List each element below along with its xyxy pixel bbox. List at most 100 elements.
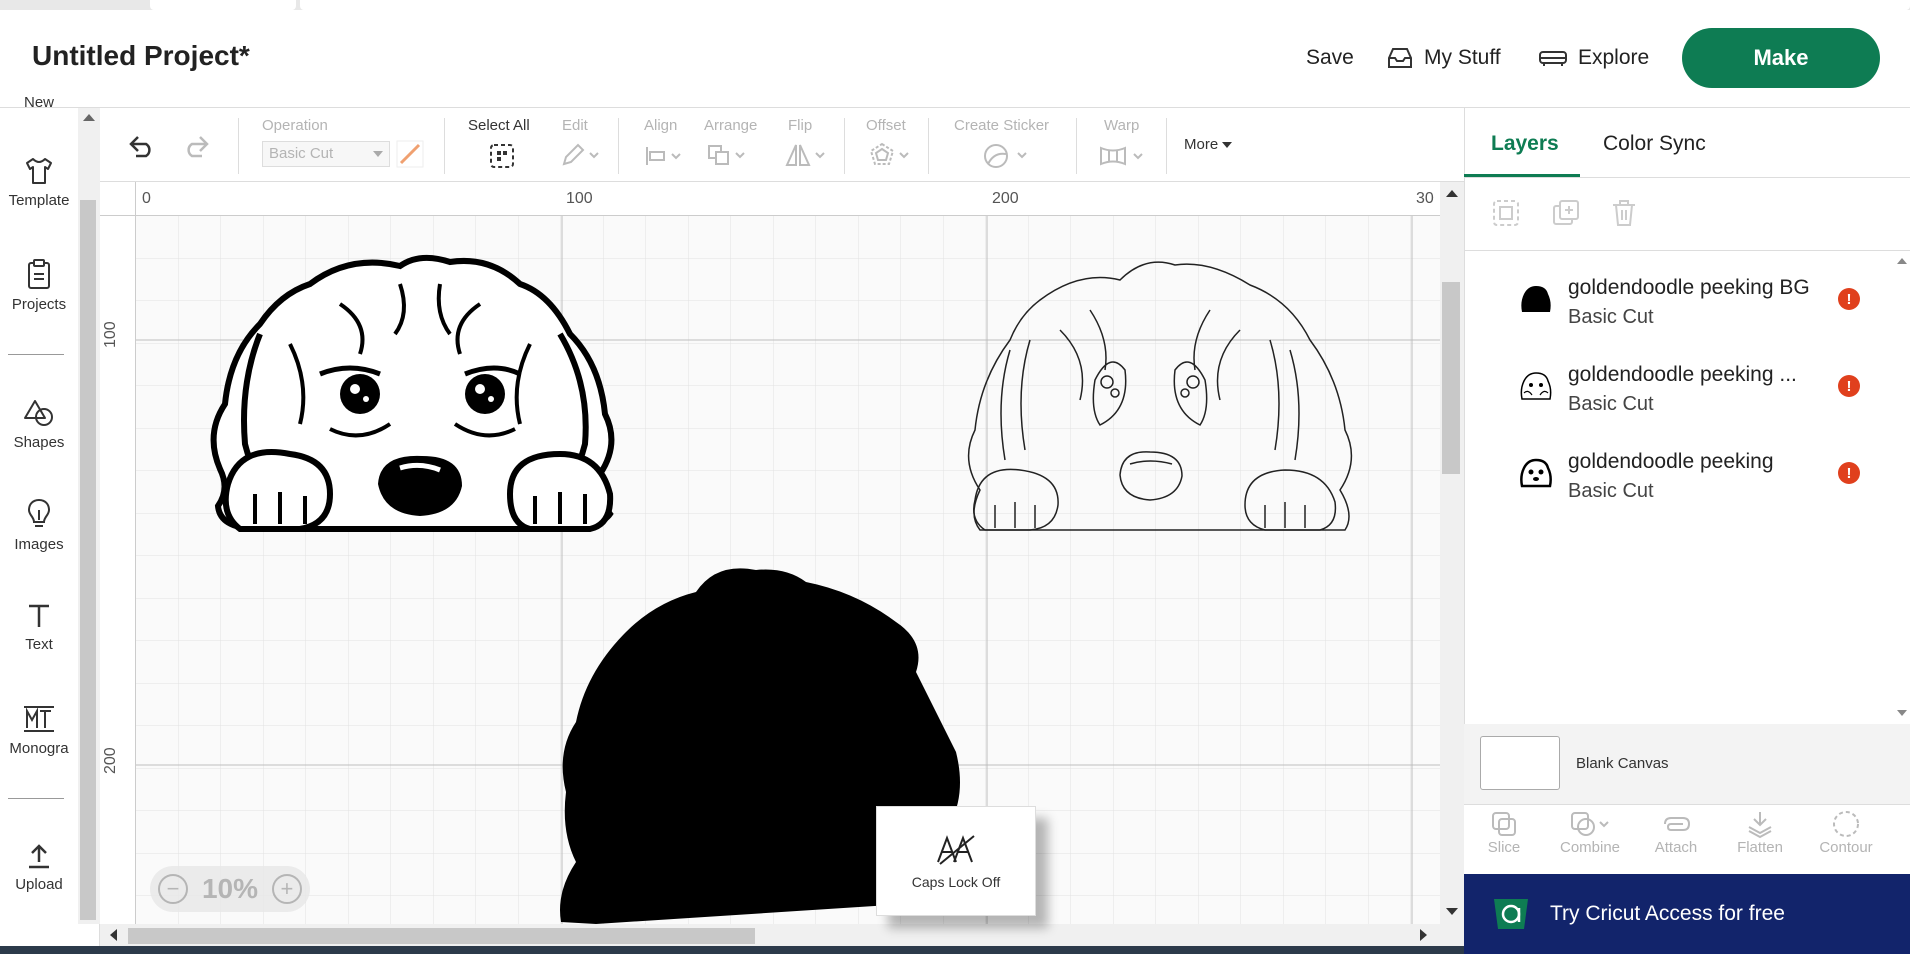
arrange-label: Arrange [704,117,758,134]
arrange-icon[interactable] [706,142,750,168]
flatten-button[interactable]: Flatten [1720,809,1800,856]
scroll-down-arrow-icon[interactable] [1446,908,1458,915]
sidebar-item-images[interactable]: Images [0,498,78,553]
toolbar-divider [844,118,845,174]
sidebar-item-label: Images [14,536,64,553]
more-button[interactable]: More [1184,136,1233,153]
sidebar-item-label: Text [25,636,53,653]
sidebar-item-label: Template [8,192,70,209]
combine-icon [1571,812,1609,836]
cricut-access-promo-button[interactable]: Try Cricut Access for free [1464,874,1910,954]
scroll-up-arrow-icon[interactable] [1897,258,1907,264]
contour-button[interactable]: Contour [1806,809,1886,856]
layer-row[interactable]: goldendoodle peeking ... Basic Cut ! [1464,357,1894,443]
machine-icon [1539,51,1567,66]
project-title[interactable]: Untitled Project* [32,40,250,72]
sidebar-divider [8,798,64,799]
blank-canvas-swatch[interactable] [1480,736,1560,790]
undo-icon[interactable] [126,134,156,158]
pencil-icon[interactable] [560,142,600,168]
paperclip-icon [1664,817,1691,831]
tool-label: Contour [1819,839,1873,856]
select-all-label[interactable]: Select All [468,117,530,134]
canvas-horizontal-scroll-thumb[interactable] [128,928,755,944]
scroll-up-arrow-icon[interactable] [83,114,95,121]
align-icon[interactable] [644,144,684,168]
layers-scrollbar[interactable] [1894,252,1910,722]
linetype-swatch-icon[interactable] [396,140,424,168]
sidebar-item-shapes[interactable]: Shapes [0,398,78,451]
sidebar-item-upload[interactable]: Upload [0,842,78,893]
layer-row[interactable]: goldendoodle peeking BG Basic Cut ! [1464,270,1894,356]
warning-icon[interactable]: ! [1838,375,1860,397]
tab-layers[interactable]: Layers [1491,132,1559,156]
ruler-tick-label: 200 [992,190,1019,207]
trash-icon[interactable] [1609,198,1639,228]
canvas-vertical-scroll-thumb[interactable] [1442,282,1460,474]
goldendoodle-detailed-image[interactable] [200,244,660,544]
slice-icon [1492,812,1516,836]
warning-icon[interactable]: ! [1838,288,1860,310]
warning-icon[interactable]: ! [1838,462,1860,484]
duplicate-icon[interactable] [1551,198,1581,228]
make-button[interactable]: Make [1682,28,1880,88]
sidebar-scroll-thumb[interactable] [80,200,96,920]
sidebar-item-text[interactable]: Text [0,602,78,653]
ruler-corner [100,182,136,216]
scroll-up-arrow-icon[interactable] [1446,190,1458,197]
caps-lock-label: Caps Lock Off [911,874,1001,890]
sidebar-item-projects[interactable]: Projects [0,258,78,313]
save-button[interactable]: Save [1306,46,1354,70]
sticker-icon[interactable] [982,142,1030,170]
sidebar-item-monogram[interactable]: Monogra [0,704,78,757]
edit-toolbar: Operation Basic Cut Select All Edit Alig… [100,108,1464,182]
scroll-down-arrow-icon[interactable] [1897,710,1907,716]
operation-label: Operation [262,117,328,134]
sidebar-item-label: New [23,94,54,111]
goldendoodle-outline-image[interactable] [950,250,1382,540]
offset-icon[interactable] [868,142,912,168]
flip-label: Flip [788,117,813,134]
layer-operation: Basic Cut [1568,393,1654,415]
ruler-tick-label: 100 [102,321,119,348]
vertical-ruler: 100 200 [100,216,136,924]
attach-button[interactable]: Attach [1636,809,1716,856]
caps-lock-indicator: Caps Lock Off [876,806,1036,916]
zoom-out-button[interactable]: − [158,874,188,904]
save-label: Save [1306,46,1354,69]
explore-label: Explore [1578,46,1650,69]
explore-button[interactable]: Explore [1538,46,1649,70]
sidebar-item-label: Projects [11,296,67,313]
sidebar-item-new[interactable]: New [0,94,78,111]
tab-color-sync[interactable]: Color Sync [1603,132,1706,156]
zoom-in-button[interactable]: + [271,874,302,904]
combine-button[interactable]: Combine [1550,809,1630,856]
bottom-edge-bar [0,946,1464,954]
offset-label: Offset [866,117,906,134]
warp-icon[interactable] [1098,144,1148,168]
slice-button[interactable]: Slice [1464,809,1544,856]
caret-down-icon [1222,141,1233,148]
my-stuff-button[interactable]: My Stuff [1386,46,1501,70]
select-all-icon[interactable] [488,142,516,170]
tool-label: Slice [1487,839,1521,856]
flip-icon[interactable] [784,142,828,168]
panel-divider [1464,250,1910,251]
flatten-icon [1748,812,1772,839]
scroll-left-arrow-icon[interactable] [110,929,117,941]
inbox-icon [1388,48,1412,68]
layer-row[interactable]: goldendoodle peeking Basic Cut ! [1464,444,1894,530]
group-icon[interactable] [1491,198,1521,228]
sidebar-item-label: Upload [15,876,63,893]
sidebar-item-label: Monogra [9,740,69,757]
scroll-right-arrow-icon[interactable] [1420,929,1427,941]
sidebar-item-template[interactable]: Template [0,156,78,209]
zoom-control: − 10% + [150,866,310,912]
redo-icon[interactable] [182,134,212,158]
zoom-level: 10% [201,873,259,904]
design-canvas[interactable] [100,182,1440,924]
blank-canvas-label: Blank Canvas [1576,755,1669,772]
sidebar-divider [8,354,64,355]
promo-label: Try Cricut Access for free [1550,902,1785,925]
operation-select[interactable]: Basic Cut [262,141,390,167]
